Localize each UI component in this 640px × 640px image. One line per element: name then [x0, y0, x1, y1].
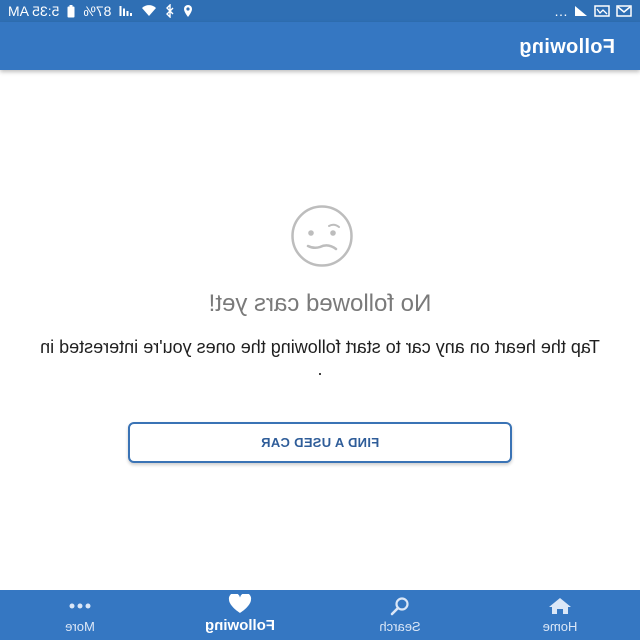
nav-item-following[interactable]: Following: [160, 590, 320, 640]
confused-face-icon: [266, 205, 378, 267]
more-icon: [68, 596, 92, 616]
bluetooth-icon: [165, 4, 175, 18]
notification-icon: [594, 5, 610, 17]
nav-label-home: Home: [542, 619, 578, 634]
nav-label-search: Search: [379, 619, 421, 634]
bottom-nav: Home Search Following More: [0, 590, 640, 640]
nav-item-more[interactable]: More: [0, 590, 160, 640]
battery-percent: 87%: [83, 3, 112, 19]
nav-item-search[interactable]: Search: [320, 590, 480, 640]
signal-icon: [119, 5, 133, 17]
home-icon: [548, 596, 572, 616]
nav-label-following: Following: [205, 617, 275, 634]
location-icon: [183, 4, 193, 18]
app-bar: Following: [0, 22, 640, 70]
status-right: 87% 5:35 AM: [8, 3, 193, 19]
status-bar: … 87% 5:35 AM: [0, 0, 640, 22]
status-overflow: …: [554, 3, 568, 19]
battery-icon: [67, 4, 75, 18]
search-icon: [390, 596, 410, 616]
wifi-icon: [141, 5, 157, 17]
empty-state-title: No followed cars yet!: [208, 290, 432, 317]
notification-icon: [574, 5, 588, 17]
nav-item-home[interactable]: Home: [480, 590, 640, 640]
page-title: Following: [518, 36, 615, 58]
screen: … 87% 5:35 AM Following No followed cars…: [0, 0, 640, 640]
heart-icon: [228, 594, 252, 614]
status-time: 5:35 AM: [8, 3, 60, 19]
status-left: …: [554, 3, 632, 19]
notification-icon: [616, 5, 632, 17]
empty-state-message: Tap the heart on any car to start follow…: [40, 337, 600, 379]
nav-label-more: More: [65, 619, 95, 634]
find-used-car-button[interactable]: FIND A USED CAR: [128, 422, 512, 463]
